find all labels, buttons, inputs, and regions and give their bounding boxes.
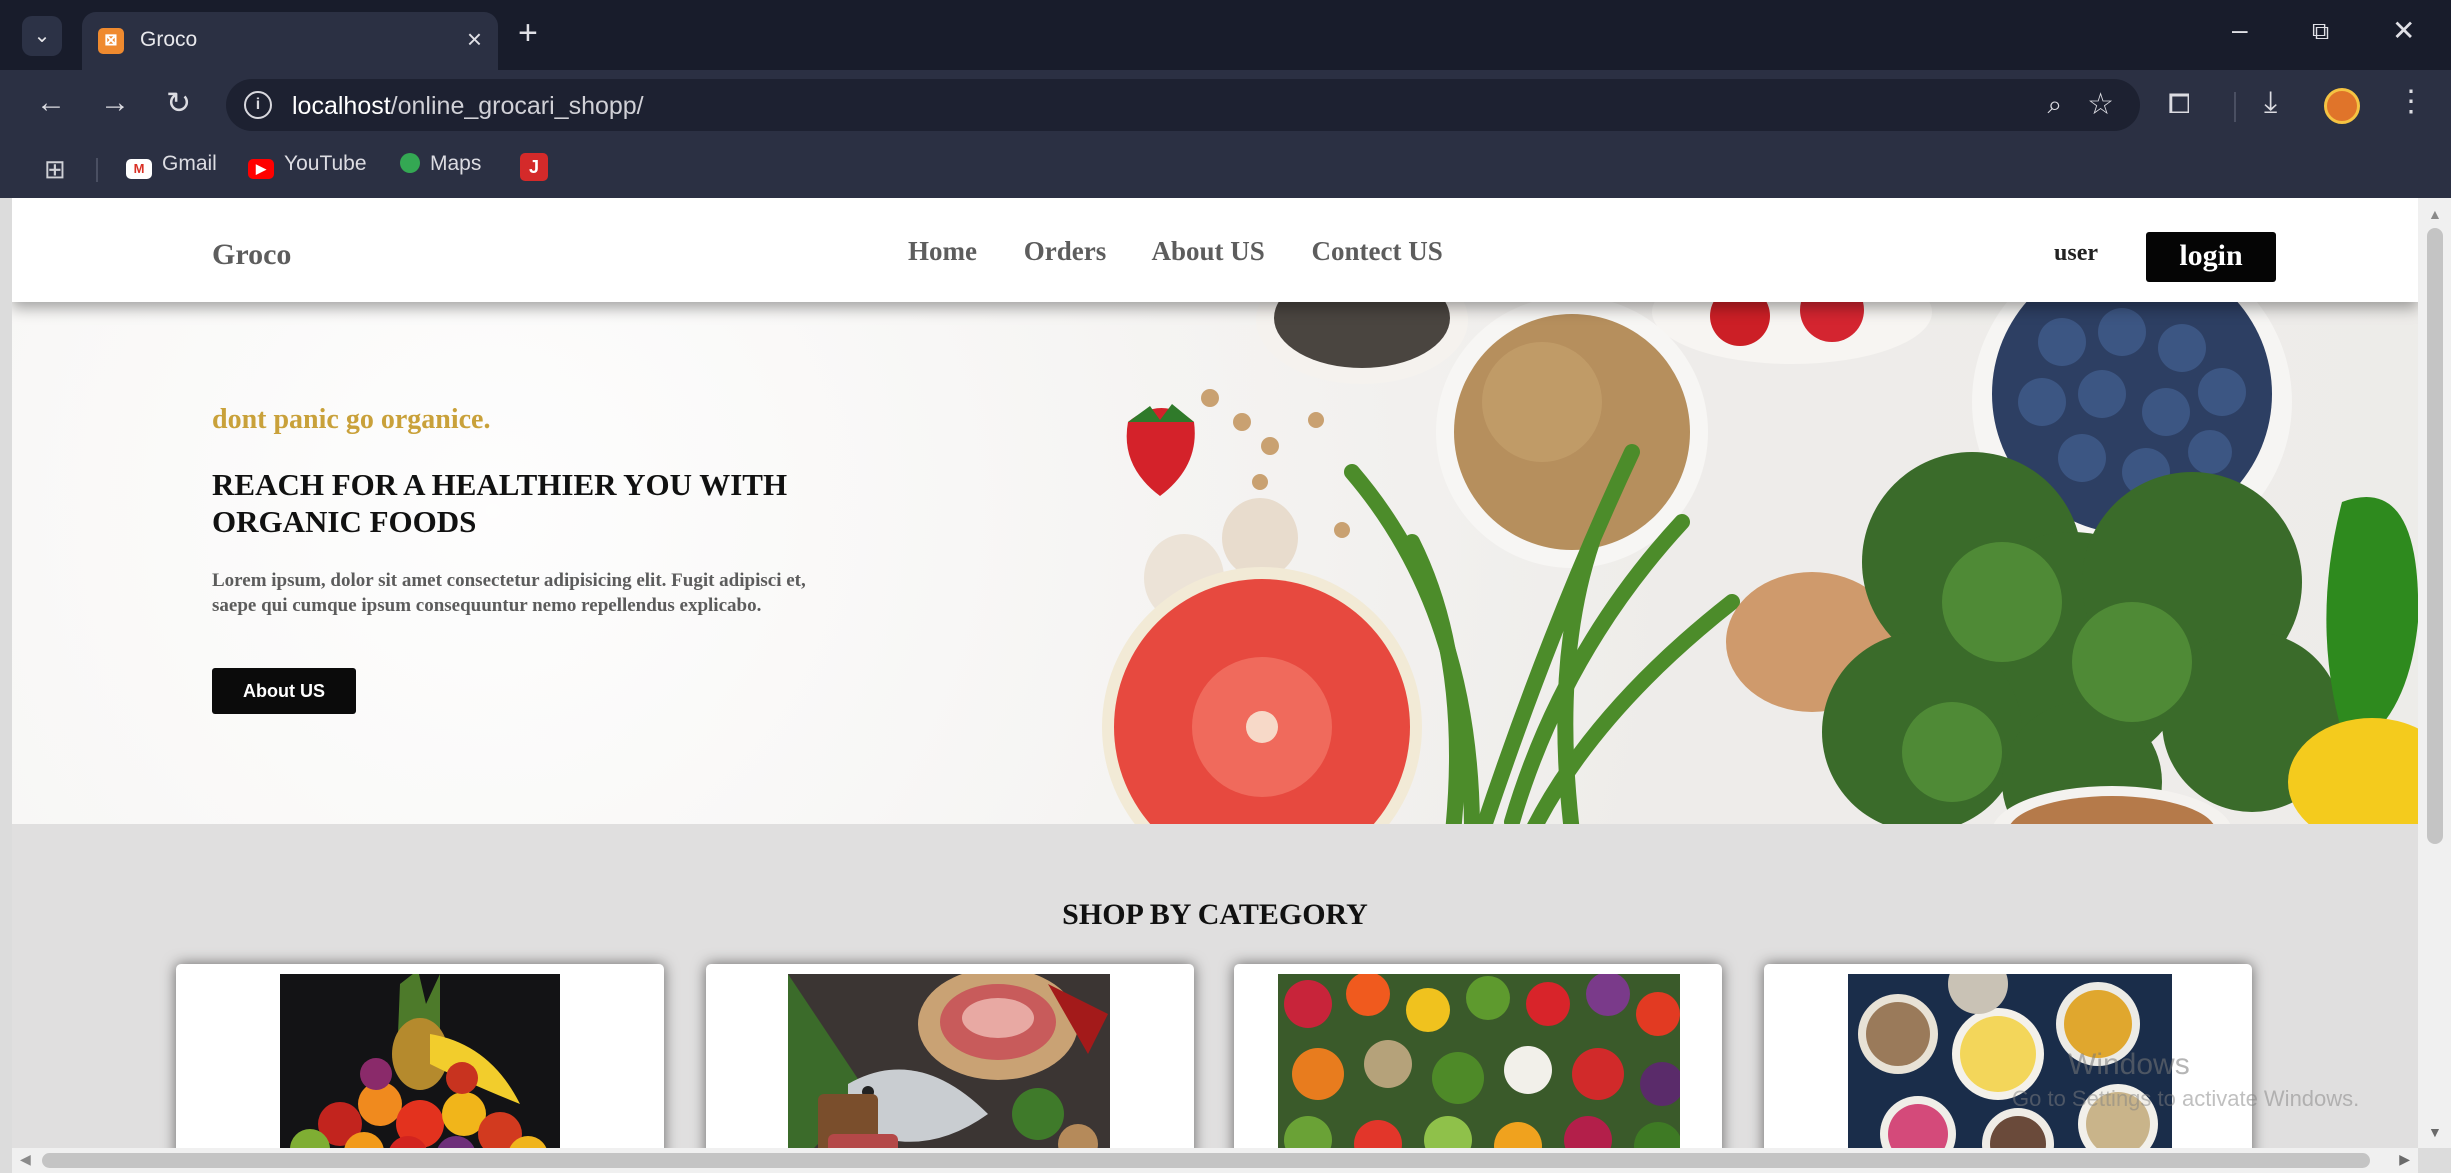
hero-title: REACH FOR A HEALTHIER YOU WITH ORGANIC F… [212, 467, 788, 539]
bookmark-maps[interactable]: Maps [400, 152, 481, 176]
bookmark-label: YouTube [284, 152, 367, 175]
bookmarks-divider [96, 158, 98, 182]
fruits-image [280, 974, 560, 1148]
profile-avatar-icon[interactable] [2324, 88, 2360, 124]
restore-window-button[interactable]: ⧉ [2312, 18, 2329, 46]
os-activation-hint: Go to Settings to activate Windows. [2012, 1086, 2360, 1111]
browser-toolbar: ← → ↻ i localhost/online_grocari_shopp/ … [0, 70, 2451, 140]
extensions-icon[interactable]: ⧠ [2168, 88, 2190, 121]
nav-about-us[interactable]: About US [1151, 236, 1264, 266]
hero-description: Lorem ipsum, dolor sit amet consectetur … [212, 570, 806, 616]
tab-search-button[interactable]: ⌄ [22, 16, 62, 56]
about-us-button[interactable]: About US [212, 668, 356, 714]
nav-orders[interactable]: Orders [1024, 236, 1106, 266]
browser-chrome: ⌄ ⊠ Groco × + – ⧉ ✕ ← → ↻ i localhost/on… [0, 0, 2451, 198]
horizontal-scroll-thumb[interactable] [42, 1153, 2370, 1168]
tab-title: Groco [140, 28, 198, 51]
maps-pin-icon [400, 153, 420, 173]
j-app-icon: J [520, 153, 548, 181]
hero-banner: dont panic go organice. REACH FOR A HEAL… [12, 302, 2418, 824]
toolbar-divider [2234, 92, 2236, 122]
forward-arrow-icon[interactable]: → [100, 86, 130, 120]
browser-tab-groco[interactable]: ⊠ Groco × [82, 12, 498, 70]
url-path: /online_grocari_shopp/ [390, 92, 644, 120]
apps-grid-icon[interactable]: ⊞ [44, 154, 66, 185]
site-info-icon[interactable]: i [244, 91, 272, 119]
tab-strip: ⌄ ⊠ Groco × + – ⧉ ✕ [0, 0, 2451, 70]
category-card-vegetables[interactable] [1234, 964, 1722, 1148]
more-menu-icon[interactable]: ⋮ [2396, 84, 2426, 119]
page-viewport: Groco Home Orders About US Contect US us… [12, 198, 2418, 1148]
vertical-scroll-thumb[interactable] [2427, 228, 2443, 844]
address-bar[interactable]: i localhost/online_grocari_shopp/ ⌕ ☆ [226, 79, 2140, 131]
gmail-icon: M [126, 159, 152, 179]
scroll-left-icon[interactable]: ◀ [20, 1151, 31, 1168]
url-text[interactable]: localhost/online_grocari_shopp/ [292, 92, 644, 121]
bookmark-youtube[interactable]: ▶ YouTube [248, 152, 367, 179]
bookmark-j[interactable]: J [520, 152, 558, 181]
vegetables-image [1278, 974, 1680, 1148]
meat-fish-image [788, 974, 1110, 1148]
youtube-icon: ▶ [248, 159, 274, 179]
scroll-up-icon[interactable]: ▲ [2428, 206, 2442, 222]
os-activation-watermark: Windows [2068, 1048, 2190, 1081]
hero-tagline: dont panic go organice. [212, 404, 491, 435]
horizontal-scrollbar[interactable]: ◀ ▶ [12, 1148, 2418, 1173]
category-card-meat-fish[interactable] [706, 964, 1194, 1148]
scroll-down-icon[interactable]: ▼ [2428, 1124, 2442, 1140]
minimize-window-button[interactable]: – [2232, 14, 2248, 46]
favicon-icon: ⊠ [98, 28, 124, 54]
vertical-scrollbar[interactable]: ▲ ▼ [2418, 198, 2451, 1148]
bookmark-label: Gmail [162, 152, 217, 175]
url-host: localhost [292, 92, 391, 120]
site-logo[interactable]: Groco [212, 238, 291, 272]
scroll-right-icon[interactable]: ▶ [2399, 1151, 2410, 1168]
zoom-icon[interactable]: ⌕ [2047, 89, 2062, 121]
bookmarks-bar: ⊞ M Gmail ▶ YouTube Maps J [0, 140, 2451, 198]
user-link[interactable]: user [2054, 240, 2098, 267]
close-window-button[interactable]: ✕ [2392, 14, 2415, 47]
hero-produce-image [1102, 302, 2418, 824]
close-tab-icon[interactable]: × [467, 24, 482, 55]
category-card-fruits[interactable] [176, 964, 664, 1148]
category-heading: SHOP BY CATEGORY [1062, 898, 1368, 931]
bookmark-gmail[interactable]: M Gmail [126, 152, 217, 179]
back-arrow-icon[interactable]: ← [36, 86, 66, 120]
new-tab-button[interactable]: + [518, 14, 538, 53]
main-nav: Home Orders About US Contect US [908, 236, 1483, 267]
bookmark-star-icon[interactable]: ☆ [2087, 87, 2114, 122]
download-icon[interactable]: ⤓ [2264, 86, 2277, 120]
reload-icon[interactable]: ↻ [166, 86, 191, 121]
nav-contact-us[interactable]: Contect US [1312, 236, 1443, 266]
nav-home[interactable]: Home [908, 236, 977, 266]
login-button[interactable]: login [2146, 232, 2276, 282]
site-header: Groco Home Orders About US Contect US us… [12, 198, 2418, 302]
bookmark-label: Maps [430, 152, 482, 175]
